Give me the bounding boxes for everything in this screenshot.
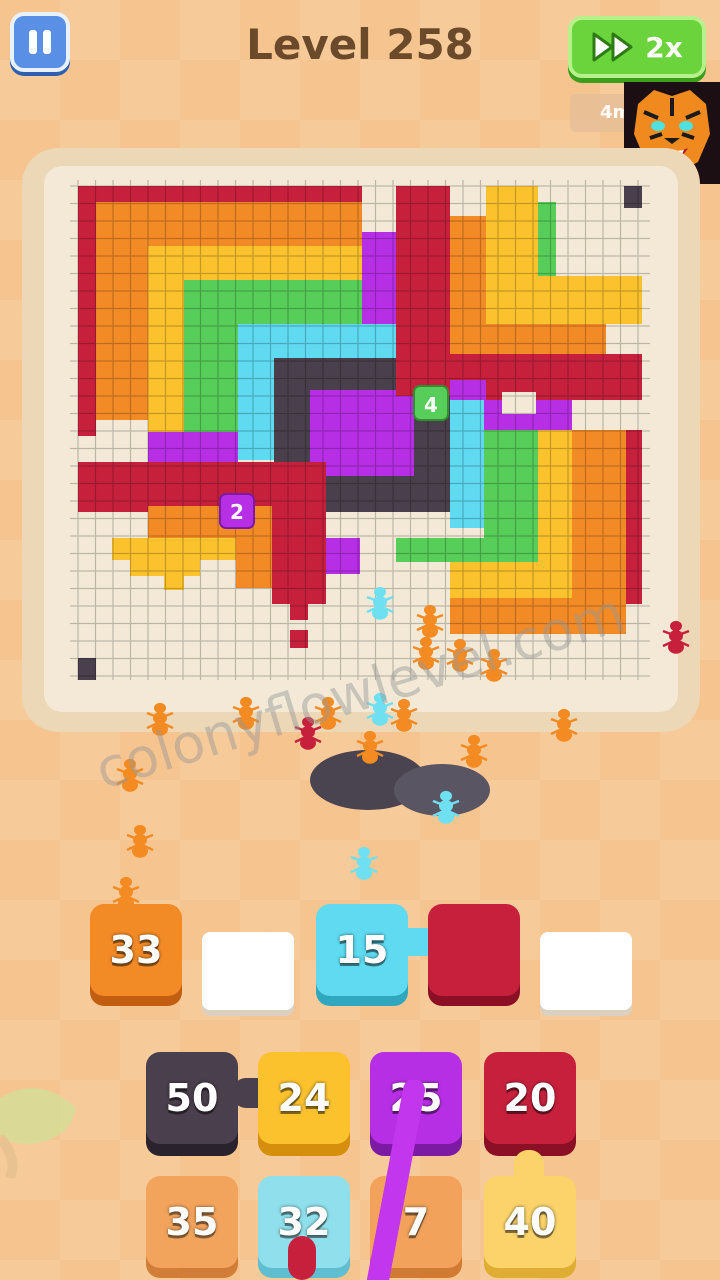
tile-count: 33 bbox=[109, 928, 163, 972]
tray-tile-crimson[interactable]: 20 bbox=[484, 1052, 576, 1144]
ant bbox=[460, 734, 488, 768]
tray-tile-orange[interactable]: 35 bbox=[146, 1176, 238, 1268]
level-title: Level 258 bbox=[246, 20, 474, 69]
pause-button[interactable] bbox=[10, 12, 70, 72]
fast-forward-icon bbox=[592, 32, 633, 62]
tile-count: 35 bbox=[165, 1200, 219, 1244]
ant-hole bbox=[310, 750, 426, 810]
tile-count: 40 bbox=[503, 1200, 557, 1244]
ant bbox=[432, 790, 460, 824]
timer-chip: 4m bbox=[570, 94, 630, 132]
tile-connector bbox=[288, 1236, 316, 1280]
leaf-decoration bbox=[0, 1088, 76, 1178]
queue-slot-empty[interactable] bbox=[202, 932, 294, 1010]
queue-tile-orange[interactable]: 33 bbox=[90, 904, 182, 996]
pause-icon bbox=[29, 30, 37, 54]
tile-count: 20 bbox=[503, 1076, 557, 1120]
speed-label: 2x bbox=[645, 30, 683, 64]
queue-slot-empty[interactable] bbox=[540, 932, 632, 1010]
ant-hole bbox=[394, 764, 490, 816]
tray-tile-dark[interactable]: 50 bbox=[146, 1052, 238, 1144]
queue-tile-crimson[interactable] bbox=[428, 904, 520, 996]
ant bbox=[350, 846, 378, 880]
purple-rope bbox=[367, 1080, 425, 1280]
tile-count: 15 bbox=[335, 928, 389, 972]
tile-connector bbox=[514, 1150, 544, 1190]
tile-count: 50 bbox=[165, 1076, 219, 1120]
tile-count: 24 bbox=[277, 1076, 331, 1120]
ant bbox=[126, 824, 154, 858]
tray-tile-yellow[interactable]: 24 bbox=[258, 1052, 350, 1144]
speed-2x-button[interactable]: 2x bbox=[568, 16, 706, 78]
ant bbox=[356, 730, 384, 764]
